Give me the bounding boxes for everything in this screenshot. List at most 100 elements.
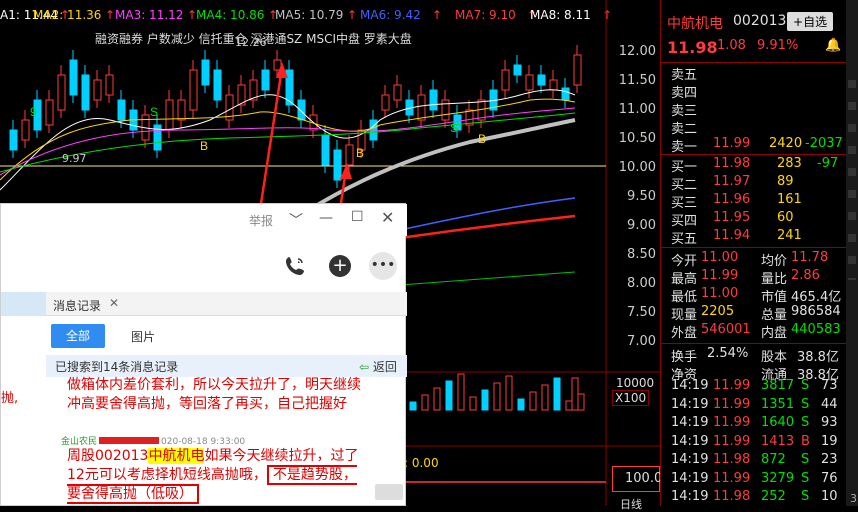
tick-count: 23 <box>821 452 838 467</box>
stat-label: 换手 <box>671 350 698 365</box>
bid-price: 11.96 <box>713 192 751 207</box>
message-text-highlight: 周股002013中航机电如果今天继续拉升，过了12元可以考虑择机短线高抛哦， 不是… <box>67 448 359 504</box>
bid-row: 买四 11.95 60 <box>661 210 847 229</box>
filter-images-button[interactable]: 图片 <box>131 328 155 345</box>
volume-bar <box>529 391 537 411</box>
tick-row: 14:19 11.99 1640 S 93 <box>661 415 847 433</box>
quote-panel: 中航机电 002013 +自选 ▾ 11.98 1.08 9.91% 🔔 卖五卖… <box>660 0 847 507</box>
stat-value: 2205 <box>701 304 735 319</box>
bid-label: 买三 <box>671 196 698 211</box>
bid-label: 买四 <box>671 214 698 229</box>
bid-price: 11.94 <box>713 228 751 243</box>
candle <box>93 79 102 101</box>
signal-marker: 9 <box>30 105 37 119</box>
side-tab[interactable] <box>1 292 46 316</box>
price-tick: 8.00 <box>627 276 656 291</box>
candle <box>177 99 186 121</box>
stat-label: 最高 <box>671 272 698 287</box>
maximize-icon[interactable]: ☐ <box>351 209 364 225</box>
candle <box>117 99 126 121</box>
side-toolbar[interactable] <box>846 0 858 506</box>
tick-side: S <box>801 489 810 504</box>
dropdown-icon[interactable]: ▾ <box>825 13 831 27</box>
volume-bar <box>421 394 429 411</box>
tick-count: 10 <box>821 489 838 504</box>
tick-volume: 3817 <box>761 378 795 393</box>
search-result-count: 已搜索到14条消息记录 <box>55 360 179 374</box>
volume-bar <box>565 400 573 411</box>
filter-all-button[interactable]: 全部 <box>51 324 105 348</box>
title-bar: 举报 ﹀ — ☐ ✕ <box>1 204 407 236</box>
stat-label: 股本 <box>761 350 788 365</box>
ask-row: 卖四 <box>661 82 847 101</box>
close-icon[interactable]: ✕ <box>381 208 394 227</box>
volume-bar <box>541 384 549 411</box>
stock-name: 中航机电 <box>667 16 723 32</box>
message-sender: 金山农民 020-08-18 9:33:00 <box>61 437 246 447</box>
phone-icon[interactable] <box>283 254 307 278</box>
candle <box>57 74 66 111</box>
tab-message-history[interactable]: 消息记录 <box>53 297 101 314</box>
report-link[interactable]: 举报 <box>249 212 273 229</box>
back-link[interactable]: ⇦ 返回 <box>359 358 397 375</box>
candle <box>441 99 450 121</box>
tab-close-icon[interactable]: ✕ <box>109 296 119 310</box>
bid-row: 买一 11.98 283 -97 <box>661 156 847 175</box>
tick-row: 14:19 11.98 252 S 10 <box>661 489 847 507</box>
tick-price: 11.99 <box>713 415 751 430</box>
candle <box>69 59 78 96</box>
bid-price: 11.95 <box>713 210 751 225</box>
volume-bar <box>553 377 561 411</box>
stat-value: 11.00 <box>701 250 739 265</box>
tick-side: S <box>801 452 810 467</box>
chevron-down-icon[interactable]: ﹀ <box>289 210 303 230</box>
stat-label: 外盘 <box>671 326 698 341</box>
candle <box>21 119 30 141</box>
ask-row: 卖三 <box>661 100 847 119</box>
bid-volume: 60 <box>777 210 794 225</box>
candle <box>417 94 426 121</box>
add-icon[interactable]: + <box>329 255 351 277</box>
add-icon: + <box>793 15 804 29</box>
back-arrow-icon: ⇦ <box>359 360 370 374</box>
volume-bar <box>517 398 525 411</box>
stat-row: 最低 11.00 市值 465.4亿 <box>661 286 847 305</box>
tick-time: 14:19 <box>671 489 709 504</box>
tick-row: 14:19 11.99 3817 S 73 <box>661 378 847 396</box>
tick-time: 14:19 <box>671 415 709 430</box>
tick-count: 44 <box>821 396 838 412</box>
minimize-icon[interactable]: — <box>319 210 333 226</box>
candle <box>45 99 54 126</box>
more-icon[interactable]: ••• <box>369 252 397 280</box>
tick-count: 19 <box>821 433 838 449</box>
tick-price: 11.98 <box>713 489 751 504</box>
stat-value: 465.4亿 <box>791 290 842 305</box>
candle <box>573 54 582 86</box>
tick-count: 76 <box>821 470 838 486</box>
tick-price: 11.99 <box>713 396 751 412</box>
tick-price: 11.98 <box>713 452 751 467</box>
candle <box>537 74 546 86</box>
tick-count: 73 <box>821 378 838 393</box>
candle <box>321 134 330 166</box>
candle <box>165 99 174 131</box>
bell-icon[interactable]: 🔔 <box>825 38 841 53</box>
bid-diff: -97 <box>817 156 839 171</box>
tick-side: S <box>801 415 810 430</box>
tick-row: 14:19 11.98 872 S 23 <box>661 452 847 470</box>
tick-price: 11.99 <box>713 433 751 449</box>
candle <box>549 79 558 91</box>
signal-marker: B <box>356 146 364 160</box>
message-text: 做箱体内差价套利，所以今天拉升了，明天继续冲高要舍得高抛，等回落了再买，自己把握… <box>67 377 361 412</box>
candle <box>525 74 534 91</box>
bid-label: 买五 <box>671 232 698 247</box>
volume-bar <box>493 382 501 411</box>
ask-label: 卖一 <box>671 140 698 155</box>
stat-value: 986584 <box>791 304 841 319</box>
tick-time: 14:19 <box>671 433 709 449</box>
period-label: 日线 <box>620 498 642 511</box>
price-change: 1.08 <box>717 38 746 53</box>
volume-bar <box>409 401 417 411</box>
chat-history-window[interactable]: 举报 ﹀ — ☐ ✕ + ••• 消息记录 ✕ 全部 图片 已搜索到14条消息记… <box>0 203 407 506</box>
volume-bar <box>445 380 453 411</box>
